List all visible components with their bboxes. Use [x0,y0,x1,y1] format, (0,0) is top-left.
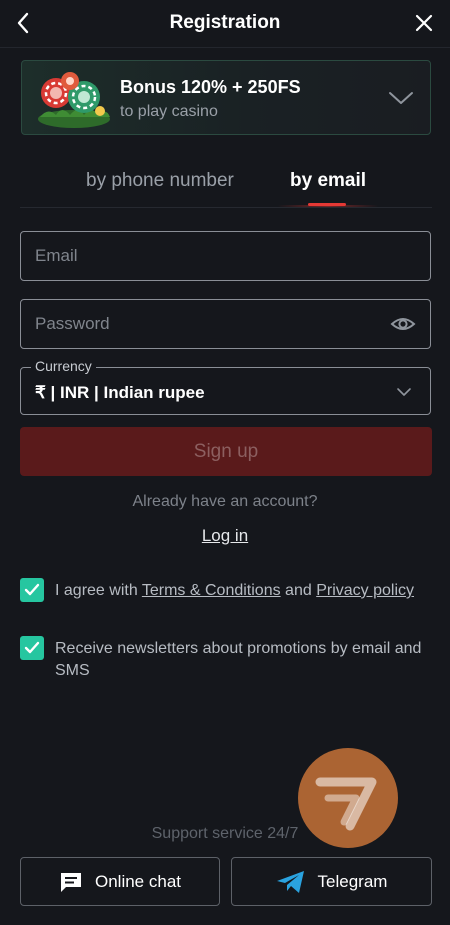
telegram-button[interactable]: Telegram [231,857,432,906]
bonus-title: Bonus 120% + 250FS [120,77,301,97]
floating-app-button[interactable] [298,748,398,848]
terms-link[interactable]: Terms & Conditions [142,582,281,599]
chevron-down-icon [397,388,411,396]
terms-consent-text: I agree with Terms & Conditions and Priv… [55,580,430,602]
bonus-banner[interactable]: Bonus 120% + 250FS to play casino [21,60,431,135]
close-button[interactable] [412,11,436,35]
page-title: Registration [169,12,281,33]
active-tab-indicator [308,203,346,206]
privacy-policy-link[interactable]: Privacy policy [316,582,414,599]
currency-value: ₹ | INR | Indian rupee [35,383,205,402]
tab-by-phone-number[interactable]: by phone number [86,170,234,192]
currency-label: Currency [31,358,96,374]
terms-and: and [280,582,317,599]
currency-select[interactable]: Currency ₹ | INR | Indian rupee [20,358,431,415]
online-chat-button[interactable]: Online chat [20,857,220,906]
close-icon [415,14,433,32]
registration-method-tabs: by phone number by email [20,160,432,208]
password-field [20,299,431,349]
telegram-label: Telegram [317,871,388,891]
casino-chips-illustration [38,72,110,128]
telegram-icon [276,870,304,893]
have-account-text: Already have an account? [132,493,318,510]
header: Registration [0,0,450,48]
bonus-subtitle: to play casino [120,103,218,120]
email-input[interactable] [21,232,430,280]
terms-prefix: I agree with [55,582,142,599]
brand-logo-icon [315,777,377,831]
tab-by-email[interactable]: by email [290,170,366,192]
eye-icon[interactable] [390,314,416,334]
chat-bubble-icon [61,872,81,892]
checkmark-icon [24,641,40,654]
sign-up-button[interactable]: Sign up [20,427,432,476]
chevron-down-icon[interactable] [388,89,414,107]
log-in-link[interactable]: Log in [0,526,450,546]
password-input[interactable] [21,300,430,348]
newsletter-checkbox[interactable] [20,636,44,660]
email-field [20,231,431,281]
checkmark-icon [24,583,40,596]
terms-checkbox[interactable] [20,578,44,602]
online-chat-label: Online chat [95,871,181,891]
newsletter-consent-text: Receive newsletters about promotions by … [55,640,422,679]
